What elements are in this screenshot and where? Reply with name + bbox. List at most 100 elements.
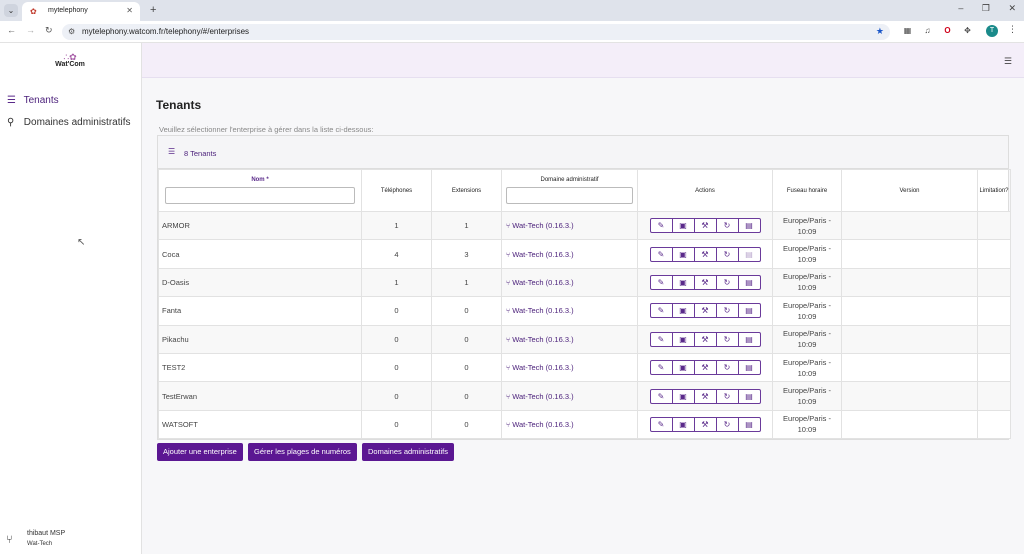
cell-name[interactable]: WATSOFT xyxy=(158,409,362,440)
cell-domain[interactable]: ⑂ Wat-Tech (0.16.3.) xyxy=(501,324,638,354)
export-action-button[interactable]: ▤ xyxy=(737,218,761,234)
calendar-action-button[interactable]: ▣ xyxy=(671,416,695,432)
extension-opera-icon[interactable]: O xyxy=(942,25,953,36)
column-header-timezone[interactable]: Fuseau horaire xyxy=(772,169,842,212)
site-info-icon[interactable]: ⚙ xyxy=(68,27,75,36)
domain-link[interactable]: Wat-Tech (0.16.3.) xyxy=(512,420,573,429)
edit-action-button[interactable]: ✎ xyxy=(649,331,673,347)
cell-domain[interactable]: ⑂ Wat-Tech (0.16.3.) xyxy=(501,239,638,269)
cell-name[interactable]: Fanta xyxy=(158,296,362,326)
refresh-action-button[interactable]: ↻ xyxy=(715,303,739,319)
edit-action-button[interactable]: ✎ xyxy=(649,360,673,376)
edit-action-button[interactable]: ✎ xyxy=(649,303,673,319)
export-action-button[interactable]: ▤ xyxy=(737,416,761,432)
extensions-puzzle-icon[interactable]: ✥ xyxy=(962,25,973,36)
name-filter-input[interactable] xyxy=(165,187,355,204)
cell-domain[interactable]: ⑂ Wat-Tech (0.16.3.) xyxy=(501,210,638,241)
table-row[interactable]: Pikachu 0 0 ⑂ Wat-Tech (0.16.3.) ✎ ▣ ⚒ ↻ ▤ Europe/… xyxy=(158,324,1011,354)
refresh-action-button[interactable]: ↻ xyxy=(715,218,739,234)
edit-action-button[interactable]: ✎ xyxy=(649,416,673,432)
wrench-action-button[interactable]: ⚒ xyxy=(693,303,717,319)
calendar-action-button[interactable]: ▣ xyxy=(671,360,695,376)
cell-domain[interactable]: ⑂ Wat-Tech (0.16.3.) xyxy=(501,352,638,383)
table-row[interactable]: TestErwan 0 0 ⑂ Wat-Tech (0.16.3.) ✎ ▣ ⚒ ↻ ▤ Europ… xyxy=(158,381,1011,411)
cell-name[interactable]: TEST2 xyxy=(158,352,362,383)
export-action-button[interactable]: ▤ xyxy=(737,360,761,376)
wrench-action-button[interactable]: ⚒ xyxy=(693,388,717,404)
domain-link[interactable]: Wat-Tech (0.16.3.) xyxy=(512,306,573,315)
address-bar[interactable]: ⚙ mytelephony.watcom.fr/telephony/#/ente… xyxy=(62,24,890,40)
cell-name[interactable]: Pikachu xyxy=(158,324,362,354)
cell-name[interactable]: D-Oasis xyxy=(158,267,362,298)
calendar-action-button[interactable]: ▣ xyxy=(671,331,695,347)
sort-by-name[interactable]: Nom * xyxy=(159,177,361,183)
calendar-action-button[interactable]: ▣ xyxy=(671,274,695,290)
admin-domains-button[interactable]: Domaines administratifs xyxy=(361,443,455,461)
edit-action-button[interactable]: ✎ xyxy=(649,246,673,262)
column-header-version[interactable]: Version xyxy=(841,169,978,212)
browser-tab[interactable]: ✿ mytelephony ✕ xyxy=(22,2,140,21)
refresh-action-button[interactable]: ↻ xyxy=(715,360,739,376)
domain-link[interactable]: Wat-Tech (0.16.3.) xyxy=(512,221,573,230)
refresh-action-button[interactable]: ↻ xyxy=(715,388,739,404)
cell-name[interactable]: Coca xyxy=(158,239,362,269)
wrench-action-button[interactable]: ⚒ xyxy=(693,416,717,432)
edit-action-button[interactable]: ✎ xyxy=(649,388,673,404)
wrench-action-button[interactable]: ⚒ xyxy=(693,218,717,234)
cell-domain[interactable]: ⑂ Wat-Tech (0.16.3.) xyxy=(501,381,638,411)
wrench-action-button[interactable]: ⚒ xyxy=(693,274,717,290)
reload-icon[interactable]: ↻ xyxy=(45,25,53,36)
domain-link[interactable]: Wat-Tech (0.16.3.) xyxy=(512,250,573,259)
table-row[interactable]: ARMOR 1 1 ⑂ Wat-Tech (0.16.3.) ✎ ▣ ⚒ ↻ ▤ Europe/Pa… xyxy=(158,210,1011,241)
table-row[interactable]: Coca 4 3 ⑂ Wat-Tech (0.16.3.) ✎ ▣ ⚒ ↻ ▤ Europe/Par… xyxy=(158,239,1011,269)
edit-action-button[interactable]: ✎ xyxy=(649,274,673,290)
tab-close-button[interactable]: ✕ xyxy=(126,6,133,15)
domain-link[interactable]: Wat-Tech (0.16.3.) xyxy=(512,335,573,344)
hamburger-menu-icon[interactable]: ☰ xyxy=(1004,56,1012,67)
calendar-action-button[interactable]: ▣ xyxy=(671,218,695,234)
edit-action-button[interactable]: ✎ xyxy=(649,218,673,234)
export-action-button[interactable]: ▤ xyxy=(737,274,761,290)
refresh-action-button[interactable]: ↻ xyxy=(715,246,739,262)
cell-name[interactable]: TestErwan xyxy=(158,381,362,411)
back-icon[interactable]: ← xyxy=(7,25,16,35)
bookmark-star-icon[interactable]: ★ xyxy=(876,26,884,37)
export-action-button[interactable]: ▤ xyxy=(737,331,761,347)
extension-music-icon[interactable]: ♫ xyxy=(922,25,933,36)
forward-icon[interactable]: → xyxy=(26,25,35,35)
export-action-button[interactable]: ▤ xyxy=(737,388,761,404)
browser-menu-icon[interactable]: ⋮ xyxy=(1008,24,1017,35)
refresh-action-button[interactable]: ↻ xyxy=(715,331,739,347)
manage-number-ranges-button[interactable]: Gérer les plages de numéros xyxy=(248,443,357,461)
table-row[interactable]: Fanta 0 0 ⑂ Wat-Tech (0.16.3.) ✎ ▣ ⚒ ↻ ▤ Europe/Pa… xyxy=(158,296,1011,326)
table-row[interactable]: WATSOFT 0 0 ⑂ Wat-Tech (0.16.3.) ✎ ▣ ⚒ ↻ ▤ Europe/… xyxy=(158,409,1011,440)
export-action-button[interactable]: ▤ xyxy=(737,303,761,319)
cell-domain[interactable]: ⑂ Wat-Tech (0.16.3.) xyxy=(501,267,638,298)
add-enterprise-button[interactable]: Ajouter une enterprise xyxy=(157,443,243,461)
cell-domain[interactable]: ⑂ Wat-Tech (0.16.3.) xyxy=(501,409,638,440)
calendar-action-button[interactable]: ▣ xyxy=(671,303,695,319)
tab-search-button[interactable]: ⌄ xyxy=(4,4,18,17)
minimize-icon[interactable]: – xyxy=(958,3,963,13)
refresh-action-button[interactable]: ↻ xyxy=(715,274,739,290)
column-header-extensions[interactable]: Extensions xyxy=(431,169,502,212)
domain-link[interactable]: Wat-Tech (0.16.3.) xyxy=(512,278,573,287)
table-row[interactable]: TEST2 0 0 ⑂ Wat-Tech (0.16.3.) ✎ ▣ ⚒ ↻ ▤ Europe/Pa… xyxy=(158,352,1011,383)
extension-grid-icon[interactable]: ▦ xyxy=(902,25,913,36)
logo[interactable]: ∴✿ Wat'Com xyxy=(50,53,90,69)
new-tab-button[interactable]: + xyxy=(150,4,156,16)
domain-link[interactable]: Wat-Tech (0.16.3.) xyxy=(512,392,573,401)
close-window-icon[interactable]: ✕ xyxy=(1008,3,1016,13)
domain-link[interactable]: Wat-Tech (0.16.3.) xyxy=(512,363,573,372)
refresh-action-button[interactable]: ↻ xyxy=(715,416,739,432)
wrench-action-button[interactable]: ⚒ xyxy=(693,246,717,262)
export-action-button[interactable]: ▤ xyxy=(737,246,761,262)
calendar-action-button[interactable]: ▣ xyxy=(671,246,695,262)
url-text[interactable]: mytelephony.watcom.fr/telephony/#/enterp… xyxy=(82,27,249,36)
sidebar-item-domaines[interactable]: ⚲ Domaines administratifs xyxy=(7,117,131,131)
cell-name[interactable]: ARMOR xyxy=(158,210,362,241)
column-header-limitation[interactable]: Limitation? xyxy=(977,169,1011,212)
wrench-action-button[interactable]: ⚒ xyxy=(693,331,717,347)
sidebar-item-tenants[interactable]: ☰ Tenants xyxy=(7,95,59,109)
domain-filter-input[interactable] xyxy=(506,187,633,204)
